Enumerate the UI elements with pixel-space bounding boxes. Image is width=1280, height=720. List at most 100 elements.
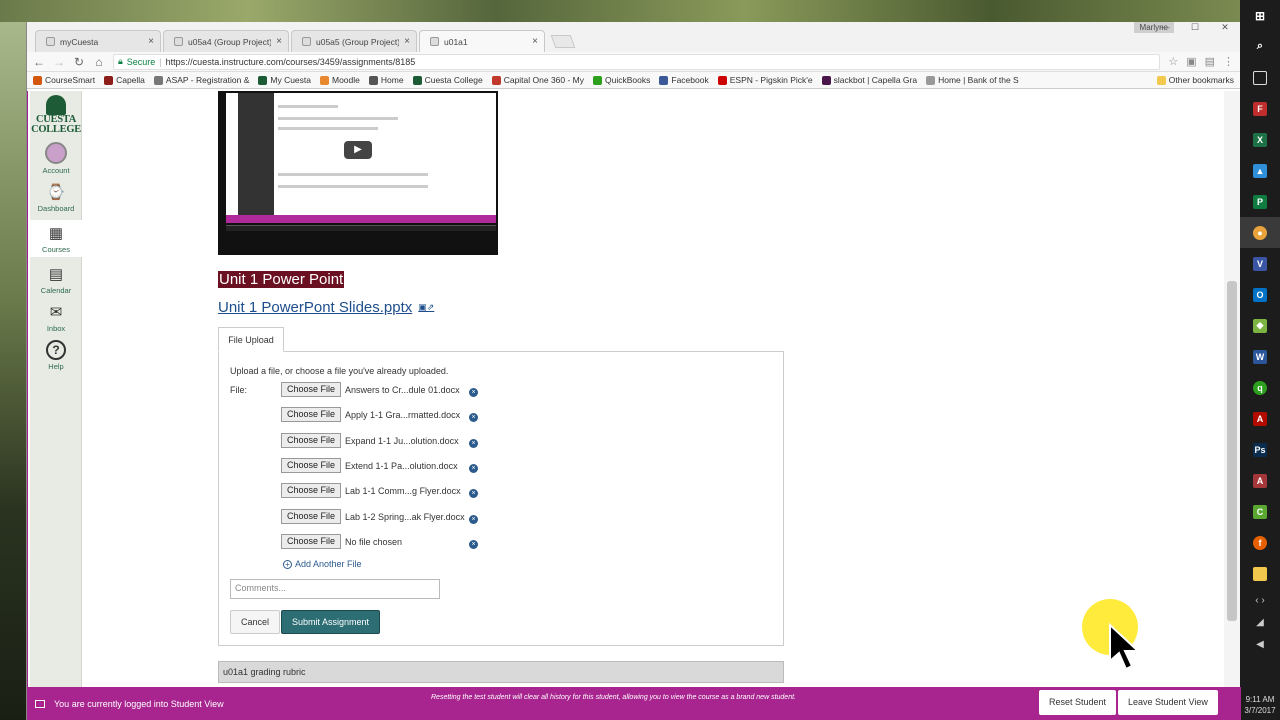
clock[interactable]: 9:11 AM 3/7/2017	[1240, 694, 1280, 716]
excel-icon[interactable]: X	[1240, 124, 1280, 155]
forward-icon[interactable]: →	[53, 55, 65, 69]
android-icon[interactable]: ◆	[1240, 310, 1280, 341]
powerpoint-link-text[interactable]: Unit 1 PowerPont Slides.pptx	[218, 299, 412, 316]
word-icon[interactable]: W	[1240, 341, 1280, 372]
remove-file-icon[interactable]: ×	[469, 439, 478, 448]
bookmark-item[interactable]: ASAP - Registration &	[153, 75, 249, 85]
volume-icon[interactable]: ◀	[1240, 633, 1280, 655]
close-tab-icon[interactable]: ×	[148, 36, 154, 47]
bookmark-item[interactable]: Cuesta College	[412, 75, 483, 85]
preview-icon[interactable]: ▣⇗	[418, 302, 434, 313]
bookmark-star-icon[interactable]: ☆	[1168, 55, 1178, 68]
file-explorer-icon[interactable]	[1240, 558, 1280, 589]
bookmark-item[interactable]: Capella	[104, 75, 145, 85]
nav-inbox[interactable]: ✉ Inbox	[30, 302, 82, 333]
extension-icon[interactable]: ▤	[1205, 55, 1215, 68]
chrome-icon[interactable]: ●	[1240, 217, 1280, 248]
remove-file-icon[interactable]: ×	[469, 540, 478, 549]
search-icon[interactable]: ⌕	[1240, 31, 1280, 62]
maximize-button[interactable]: ☐	[1180, 22, 1210, 32]
access-icon[interactable]: A	[1240, 465, 1280, 496]
bookmark-item[interactable]: CourseSmart	[33, 75, 95, 85]
remove-file-icon[interactable]: ×	[469, 515, 478, 524]
close-tab-icon[interactable]: ×	[276, 36, 282, 47]
remove-file-icon[interactable]: ×	[469, 489, 478, 498]
close-window-button[interactable]: ✕	[1210, 22, 1240, 32]
tray-overflow-icon[interactable]: ‹ ›	[1240, 589, 1280, 611]
drive-icon[interactable]: ▲	[1240, 155, 1280, 186]
task-view-icon[interactable]	[1240, 62, 1280, 93]
bookmark-item[interactable]: ESPN - Pigskin Pick'e	[717, 75, 813, 85]
remove-file-icon[interactable]: ×	[469, 388, 478, 397]
add-another-file-link[interactable]: + Add Another File	[283, 559, 362, 569]
bookmark-item[interactable]: slackbot | Capella Gra	[821, 75, 917, 85]
reset-student-button[interactable]: Reset Student	[1039, 690, 1117, 715]
visio-icon[interactable]: V	[1240, 248, 1280, 279]
powerpoint-link[interactable]: Unit 1 PowerPont Slides.pptx ▣⇗	[218, 299, 434, 316]
bookmark-item[interactable]: QuickBooks	[593, 75, 650, 85]
quickbooks-icon[interactable]: q	[1240, 372, 1280, 403]
bookmark-item[interactable]: Home | Bank of the S	[926, 75, 1019, 85]
minimize-button[interactable]: —	[1150, 22, 1180, 32]
cancel-button[interactable]: Cancel	[230, 610, 281, 634]
outlook-icon[interactable]: O	[1240, 279, 1280, 310]
network-icon[interactable]: ◢	[1240, 611, 1280, 633]
photoshop-icon[interactable]: Ps	[1240, 434, 1280, 465]
choose-file-button[interactable]: Choose File	[281, 458, 342, 473]
close-tab-icon[interactable]: ×	[404, 36, 410, 47]
submit-assignment-button[interactable]: Submit Assignment	[281, 610, 381, 634]
menu-icon[interactable]: ⋮	[1223, 55, 1234, 68]
acrobat-icon[interactable]: A	[1240, 403, 1280, 434]
remove-file-icon[interactable]: ×	[469, 413, 478, 422]
grading-rubric-header[interactable]: u01a1 grading rubric	[218, 661, 784, 683]
tab-u05a5[interactable]: u05a5 (Group Project) ×	[291, 30, 417, 52]
publisher-icon[interactable]: P	[1240, 186, 1280, 217]
choose-file-button[interactable]: Choose File	[281, 382, 342, 397]
choose-file-button[interactable]: Choose File	[281, 534, 342, 549]
choose-file-button[interactable]: Choose File	[281, 483, 342, 498]
tab-file-upload[interactable]: File Upload	[218, 327, 284, 352]
new-tab-button[interactable]	[550, 35, 576, 48]
reload-icon[interactable]: ↻	[73, 55, 85, 69]
bookmark-item[interactable]: Moodle	[320, 75, 360, 85]
tab-u01a1[interactable]: u01a1 ×	[419, 30, 545, 52]
play-icon[interactable]: ▶	[344, 141, 372, 159]
bookmark-label: My Cuesta	[270, 75, 311, 85]
remove-file-icon[interactable]: ×	[469, 464, 478, 473]
scrollbar-thumb[interactable]	[1227, 281, 1237, 621]
nav-calendar[interactable]: ▤ Calendar	[30, 264, 82, 295]
bookmark-item[interactable]: Home	[368, 75, 404, 85]
bookmark-item[interactable]: Capital One 360 - My	[491, 75, 584, 85]
comments-field[interactable]: Comments...	[230, 579, 440, 599]
other-bookmarks[interactable]: Other bookmarks	[1156, 75, 1234, 85]
powerpoint-heading: Unit 1 Power Point	[218, 271, 345, 288]
cuesta-logo[interactable]: CUESTA COLLEGE	[30, 95, 82, 135]
choose-file-button[interactable]: Choose File	[281, 407, 342, 422]
windows-start-icon[interactable]: ⊞	[1240, 0, 1280, 31]
filezilla-icon[interactable]: F	[1240, 93, 1280, 124]
nav-courses[interactable]: ▦ Courses	[30, 220, 82, 257]
nav-account[interactable]: Account	[30, 142, 82, 175]
screenshot-bar	[226, 215, 496, 223]
choose-file-button[interactable]: Choose File	[281, 509, 342, 524]
extension-icon[interactable]: ▣	[1186, 55, 1196, 68]
leave-student-view-button[interactable]: Leave Student View	[1118, 690, 1218, 715]
tab-mycuesta[interactable]: myCuesta ×	[35, 30, 161, 52]
back-icon[interactable]: ←	[33, 55, 45, 69]
bookmark-item[interactable]: My Cuesta	[258, 75, 311, 85]
home-icon[interactable]: ⌂	[93, 55, 105, 69]
tab-u05a4[interactable]: u05a4 (Group Project) ×	[163, 30, 289, 52]
close-tab-icon[interactable]: ×	[532, 36, 538, 47]
help-icon: ?	[46, 340, 66, 360]
url-field[interactable]: 🔒︎ Secure | https://cuesta.instructure.c…	[113, 53, 1161, 70]
bookmark-item[interactable]: Facebook	[659, 75, 709, 85]
scrollbar[interactable]	[1224, 91, 1240, 687]
firefox-icon[interactable]: f	[1240, 527, 1280, 558]
video-thumbnail[interactable]: ▶	[218, 91, 498, 255]
tab-title: u05a5 (Group Project)	[316, 36, 400, 47]
nav-dashboard[interactable]: ⌚ Dashboard	[30, 182, 82, 213]
global-nav: CUESTA COLLEGE Account ⌚ Dashboard ▦ Cou…	[30, 91, 82, 687]
nav-help[interactable]: ? Help	[30, 340, 82, 371]
choose-file-button[interactable]: Choose File	[281, 433, 342, 448]
camtasia-icon[interactable]: C	[1240, 496, 1280, 527]
